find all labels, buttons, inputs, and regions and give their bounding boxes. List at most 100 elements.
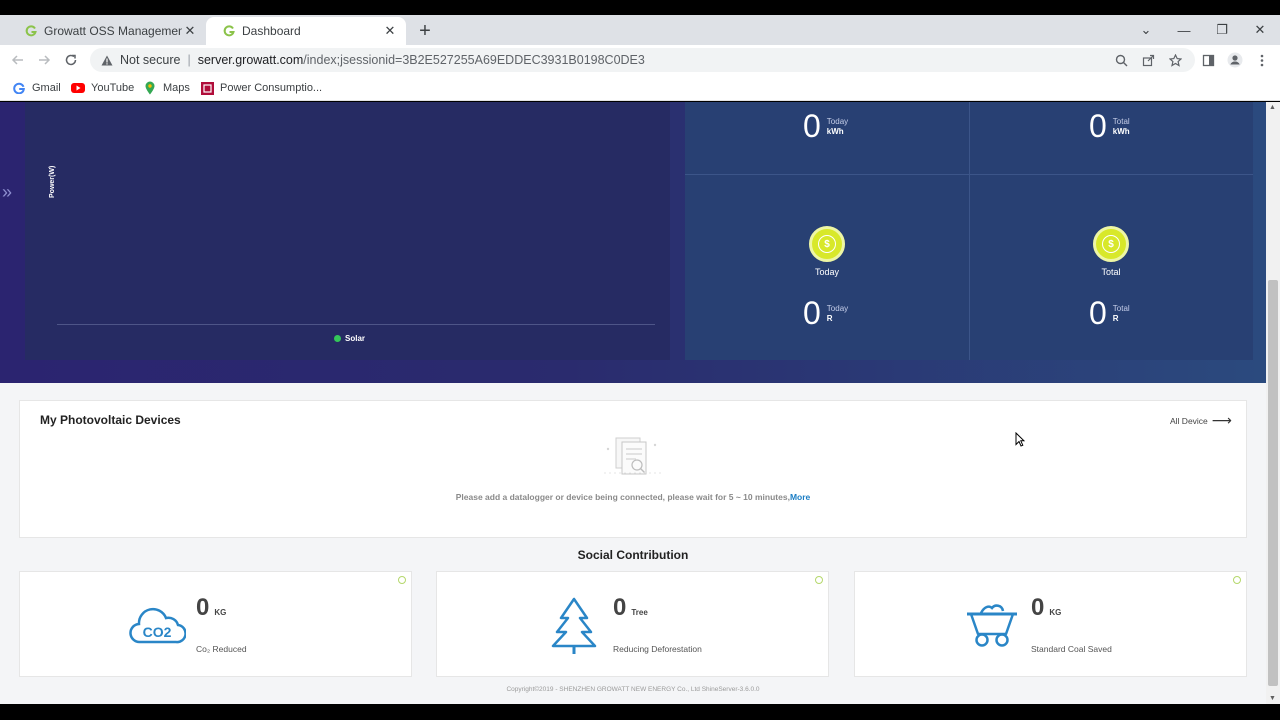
address-separator: | — [187, 53, 191, 67]
reload-button[interactable] — [59, 48, 83, 72]
more-link[interactable]: More — [790, 492, 810, 502]
bookmark-gmail[interactable]: Gmail — [12, 79, 61, 97]
bookmark-power-consumption[interactable]: Power Consumptio... — [200, 79, 322, 97]
svg-text:CO2: CO2 — [143, 624, 172, 640]
tree-card: 0 Tree Reducing Deforestation — [436, 571, 829, 677]
info-icon[interactable] — [398, 576, 406, 584]
close-window-button[interactable]: ✕ — [1241, 15, 1279, 45]
bookmarks-bar: Gmail YouTube Maps Power Consumptio... — [0, 75, 1280, 101]
arrow-right-icon: ⟶ — [1211, 412, 1232, 428]
income-today-stat: 0 Today R — [803, 295, 848, 332]
income-total-unit: R — [1112, 313, 1119, 323]
tree-number: 0 — [613, 594, 627, 621]
income-today-unit: R — [826, 313, 833, 323]
coal-card: 0 KG Standard Coal Saved — [854, 571, 1247, 677]
social-contribution-title: Social Contribution — [577, 548, 689, 562]
energy-total-value: 0 — [1089, 108, 1107, 144]
tab-close-icon[interactable]: ✕ — [182, 23, 198, 39]
revenue-today-label: Today — [814, 267, 840, 277]
tree-unit: Tree — [631, 608, 648, 617]
energy-today-value: 0 — [803, 108, 821, 144]
co2-card: CO2 0 KG Co₂ Reduced — [19, 571, 412, 677]
income-today-label: Today — [826, 303, 849, 313]
scroll-down-icon[interactable]: ▼ — [1269, 695, 1276, 702]
legend-dot — [334, 335, 341, 342]
profile-avatar-icon[interactable] — [1223, 48, 1247, 72]
url-host: server.growatt.com — [197, 53, 304, 67]
coal-caption: Standard Coal Saved — [1031, 644, 1112, 654]
income-total-stat: 0 Total R — [1089, 295, 1130, 332]
growatt-favicon-icon — [24, 24, 38, 38]
google-g-icon — [12, 81, 26, 95]
side-panel-icon[interactable] — [1196, 48, 1220, 72]
bookmark-youtube[interactable]: YouTube — [71, 79, 134, 97]
bookmark-label: Gmail — [32, 82, 61, 94]
expand-sidebar-icon[interactable]: » — [2, 182, 12, 203]
chart-legend-solar[interactable]: Solar — [334, 334, 365, 343]
back-button[interactable] — [6, 48, 30, 72]
coin-today-icon: $ — [809, 226, 845, 262]
tree-caption: Reducing Deforestation — [613, 644, 702, 654]
back-arrow-icon — [11, 55, 23, 65]
tree-icon — [551, 597, 597, 654]
all-device-label: All Device — [1170, 415, 1208, 426]
coal-value: 0 KG — [1031, 594, 1061, 622]
co2-number: 0 — [196, 594, 210, 621]
browser-window: Growatt OSS Management syste ✕ Dashboard… — [0, 0, 1280, 720]
copyright-footer: Copyright©2019 - SHENZHEN GROWATT NEW EN… — [506, 686, 760, 693]
scrollbar-thumb[interactable] — [1268, 280, 1278, 686]
scroll-up-icon[interactable]: ▲ — [1269, 104, 1276, 111]
new-tab-button[interactable]: + — [414, 20, 436, 42]
bookmark-star-icon[interactable] — [1163, 48, 1187, 72]
tree-value: 0 Tree — [613, 594, 648, 622]
power-chart-panel: Power(W) Solar — [25, 102, 670, 360]
no-device-text: Please add a datalogger or device being … — [455, 492, 790, 502]
legend-label: Solar — [345, 334, 366, 343]
restore-button[interactable]: ❐ — [1203, 15, 1241, 45]
income-total-value: 0 — [1089, 295, 1107, 331]
info-icon[interactable] — [815, 576, 823, 584]
security-label: Not secure — [120, 53, 181, 67]
photovoltaic-devices-card: My Photovoltaic Devices All Device ⟶ Ple… — [19, 400, 1247, 538]
address-bar[interactable]: Not secure | server.growatt.com /index;j… — [90, 48, 1195, 72]
mouse-cursor-icon — [1015, 432, 1025, 447]
income-today-value: 0 — [803, 295, 821, 331]
browser-toolbar: Not secure | server.growatt.com /index;j… — [0, 45, 1280, 75]
stats-divider-vertical — [969, 102, 970, 360]
page-scrollbar[interactable]: ▲ ▼ — [1266, 102, 1280, 704]
youtube-icon — [71, 81, 85, 95]
hero-section: » Power(W) Solar 0 Today kWh 0 Total kWh… — [0, 102, 1266, 383]
empty-documents-icon — [604, 437, 662, 475]
co2-caption: Co₂ Reduced — [196, 644, 247, 654]
power-app-icon — [200, 81, 214, 95]
revenue-total-label: Total — [1101, 267, 1121, 277]
all-device-link[interactable]: All Device ⟶ — [1170, 412, 1232, 429]
energy-today-stat: 0 Today kWh — [803, 108, 848, 145]
no-device-message: Please add a datalogger or device being … — [20, 492, 1246, 502]
zoom-icon[interactable] — [1109, 48, 1133, 72]
tab-search-icon[interactable]: ⌄ — [1127, 15, 1165, 45]
info-icon[interactable] — [1233, 576, 1241, 584]
bookmark-maps[interactable]: Maps — [143, 79, 190, 97]
tab-growatt-oss[interactable]: Growatt OSS Management syste ✕ — [8, 17, 206, 45]
tab-dashboard[interactable]: Dashboard ✕ — [206, 17, 406, 45]
forward-arrow-icon — [39, 55, 51, 65]
devices-title: My Photovoltaic Devices — [40, 413, 181, 427]
menu-kebab-icon[interactable] — [1250, 48, 1274, 72]
growatt-favicon-icon — [222, 24, 236, 38]
tab-close-icon[interactable]: ✕ — [382, 23, 398, 39]
maps-pin-icon — [143, 81, 157, 95]
bookmark-label: YouTube — [91, 82, 135, 94]
chart-y-axis-label: Power(W) — [49, 165, 56, 198]
chart-x-axis — [57, 324, 655, 325]
energy-total-unit: kWh — [1112, 126, 1130, 136]
share-icon[interactable] — [1136, 48, 1160, 72]
energy-today-unit: kWh — [826, 126, 844, 136]
reload-icon — [65, 54, 77, 66]
coal-unit: KG — [1049, 608, 1062, 617]
energy-total-stat: 0 Total kWh — [1089, 108, 1130, 145]
co2-unit: KG — [214, 608, 227, 617]
minimize-button[interactable]: — — [1165, 15, 1203, 45]
forward-button[interactable] — [32, 48, 56, 72]
dashboard-page: » Power(W) Solar 0 Today kWh 0 Total kWh… — [0, 102, 1266, 704]
